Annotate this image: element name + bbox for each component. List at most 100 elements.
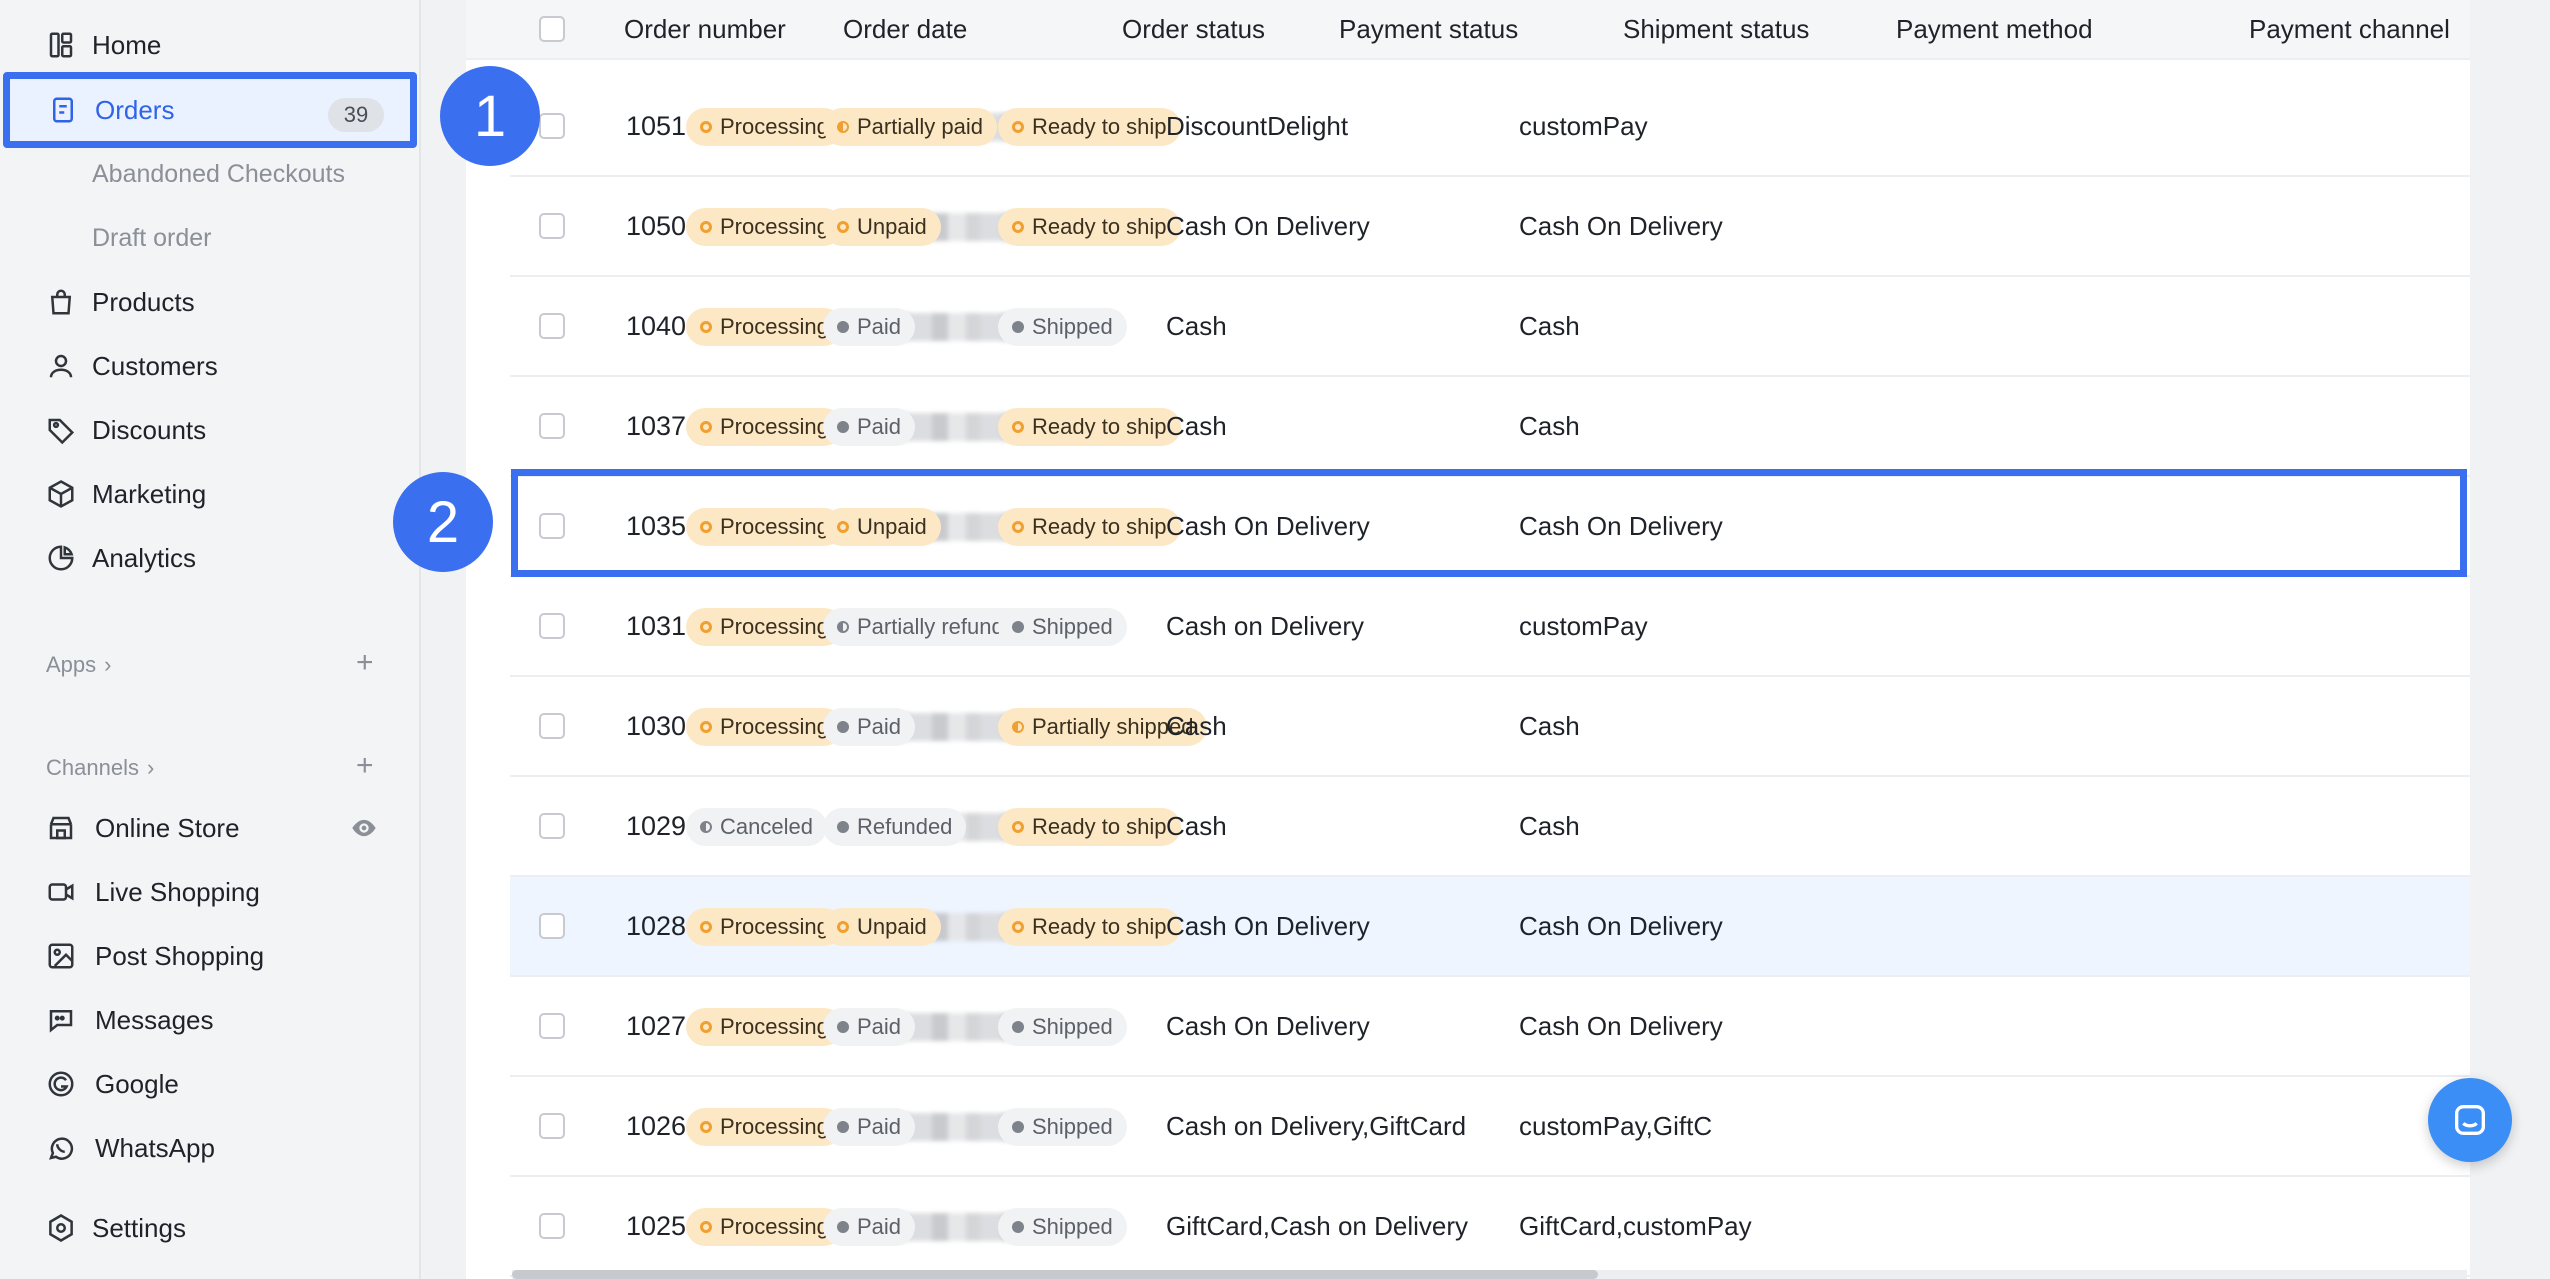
row-checkbox[interactable]: [539, 313, 565, 339]
status-text: Processing: [720, 614, 829, 639]
row-checkbox[interactable]: [539, 113, 565, 139]
status-dot-icon: [837, 521, 849, 533]
column-header[interactable]: Payment channel: [2249, 14, 2450, 45]
sidebar-item-online-store[interactable]: Online Store: [0, 796, 421, 860]
sidebar-item-google[interactable]: Google: [0, 1052, 421, 1116]
table-row[interactable]: 1028 Processing Unpaid Ready to ship Cash On…: [510, 877, 2470, 977]
row-checkbox[interactable]: [539, 1113, 565, 1139]
select-all-checkbox[interactable]: [539, 16, 565, 42]
status-dot-icon: [837, 621, 849, 633]
order-number[interactable]: 1026: [626, 1111, 686, 1142]
sidebar-item-whatsapp[interactable]: WhatsApp: [0, 1116, 421, 1180]
status-text: Shipped: [1032, 314, 1113, 339]
table-row[interactable]: 1031 Processing Partially refunded Shipped C…: [510, 577, 2470, 677]
sidebar-item-settings[interactable]: Settings: [0, 1196, 421, 1260]
status-text: Shipped: [1032, 1014, 1113, 1039]
row-checkbox[interactable]: [539, 513, 565, 539]
payment-channel: Cash: [1519, 711, 1580, 741]
status-dot-icon: [700, 121, 712, 133]
sidebar-item-products[interactable]: Products: [0, 270, 421, 334]
order-number[interactable]: 1035: [626, 511, 686, 542]
status-text: Paid: [857, 714, 902, 739]
orders-table: Order number Order date Order status Pay…: [466, 0, 2470, 1279]
column-header[interactable]: Order date: [843, 14, 967, 45]
payment-status-badge: Unpaid: [823, 908, 941, 946]
chat-support-button[interactable]: [2428, 1078, 2512, 1162]
row-checkbox[interactable]: [539, 413, 565, 439]
table-row[interactable]: 1026 Processing Paid Shipped Cash on Deliver…: [510, 1077, 2470, 1177]
row-checkbox[interactable]: [539, 1213, 565, 1239]
add-app-icon[interactable]: +: [356, 648, 374, 678]
payment-method: Cash: [1166, 711, 1227, 741]
row-checkbox[interactable]: [539, 213, 565, 239]
eye-icon[interactable]: [348, 814, 380, 842]
scrollbar-thumb[interactable]: [512, 1270, 1598, 1279]
sidebar-item-messages[interactable]: Messages: [0, 988, 421, 1052]
table-row[interactable]: 1029 Canceled Refunded Ready to ship Cash Cas…: [510, 777, 2470, 877]
row-checkbox[interactable]: [539, 813, 565, 839]
sidebar-item-label: Home: [92, 29, 162, 60]
status-text: Refunded: [857, 814, 953, 839]
order-number[interactable]: 1028: [626, 911, 686, 942]
order-status-badge: Processing: [686, 208, 843, 246]
row-checkbox[interactable]: [539, 613, 565, 639]
sidebar-item-analytics[interactable]: Analytics: [0, 526, 421, 590]
row-checkbox[interactable]: [539, 913, 565, 939]
sidebar-item-draft-order[interactable]: Draft order: [0, 206, 421, 270]
column-header[interactable]: Shipment status: [1623, 14, 1809, 45]
table-row[interactable]: 1025 Processing Paid Shipped GiftCard,Cash o…: [510, 1177, 2470, 1277]
table-row[interactable]: 1030 Processing Paid Partially shipped Cash C…: [510, 677, 2470, 777]
status-dot-icon: [837, 1221, 849, 1233]
column-header[interactable]: Order number: [624, 14, 786, 45]
table-row[interactable]: 1051 Processing Partially paid Ready to shi…: [510, 77, 2470, 177]
table-row[interactable]: 1037 Processing Paid Ready to ship Cash Cash: [510, 377, 2470, 477]
column-header[interactable]: Payment status: [1339, 14, 1518, 45]
channels-section-header[interactable]: Channels ›: [46, 755, 154, 781]
sidebar-item-label: Settings: [92, 1212, 186, 1243]
sidebar-item-home[interactable]: Home: [0, 13, 421, 77]
sidebar-item-customers[interactable]: Customers: [0, 334, 421, 398]
column-header[interactable]: Payment method: [1896, 14, 2093, 45]
table-row[interactable]: 1035 Processing Unpaid Ready to ship Cash On…: [510, 477, 2470, 577]
table-row[interactable]: 1027 Processing Paid Shipped Cash On Deliver…: [510, 977, 2470, 1077]
order-number[interactable]: 1029: [626, 811, 686, 842]
chevron-right-icon: ›: [146, 755, 155, 780]
shipment-status-badge: Shipped: [998, 1208, 1127, 1246]
table-row[interactable]: 1050 Processing Unpaid Ready to ship Cash On…: [510, 177, 2470, 277]
status-text: Processing: [720, 1214, 829, 1239]
row-checkbox[interactable]: [539, 713, 565, 739]
google-icon: [46, 1069, 76, 1099]
sidebar-item-orders[interactable]: Orders 39: [3, 72, 417, 148]
status-dot-icon: [700, 921, 712, 933]
status-dot-icon: [837, 421, 849, 433]
whatsapp-icon: [46, 1133, 76, 1163]
order-status-badge: Canceled: [686, 808, 827, 846]
payment-status-badge: Unpaid: [823, 508, 941, 546]
order-number[interactable]: 1030: [626, 711, 686, 742]
sidebar-item-marketing[interactable]: Marketing: [0, 462, 421, 526]
status-text: Processing: [720, 914, 829, 939]
add-channel-icon[interactable]: +: [356, 751, 374, 781]
order-number[interactable]: 1037: [626, 411, 686, 442]
status-text: Processing: [720, 1114, 829, 1139]
order-number[interactable]: 1050: [626, 211, 686, 242]
order-number[interactable]: 1040: [626, 311, 686, 342]
order-number[interactable]: 1025: [626, 1211, 686, 1242]
table-row[interactable]: 1040 Processing Paid Shipped Cash Cash: [510, 277, 2470, 377]
shipment-status-badge: Ready to ship: [998, 508, 1181, 546]
payment-channel: Cash: [1519, 811, 1580, 841]
payment-method: Cash: [1166, 411, 1227, 441]
order-number[interactable]: 1031: [626, 611, 686, 642]
apps-section-header[interactable]: Apps ›: [46, 652, 111, 678]
sidebar-item-post-shopping[interactable]: Post Shopping: [0, 924, 421, 988]
row-checkbox[interactable]: [539, 1013, 565, 1039]
sidebar-item-live-shopping[interactable]: Live Shopping: [0, 860, 421, 924]
order-number[interactable]: 1051: [626, 111, 686, 142]
sidebar-item-abandoned-checkouts[interactable]: Abandoned Checkouts: [0, 142, 421, 206]
sidebar-item-label: Discounts: [92, 414, 207, 445]
column-header[interactable]: Order status: [1122, 14, 1265, 45]
status-text: Partially paid: [857, 114, 983, 139]
order-status-badge: Processing: [686, 708, 843, 746]
sidebar-item-discounts[interactable]: Discounts: [0, 398, 421, 462]
order-number[interactable]: 1027: [626, 1011, 686, 1042]
